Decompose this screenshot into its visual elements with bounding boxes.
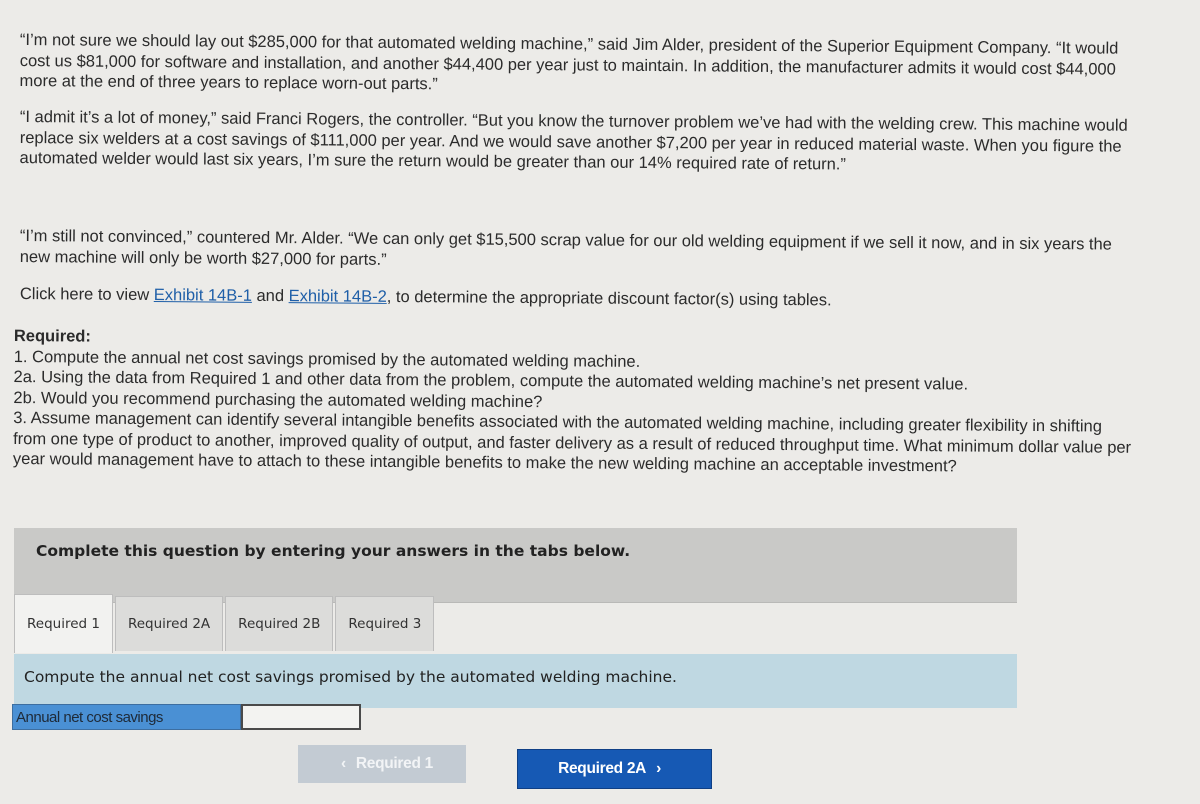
exhibit-14b-1-link[interactable]: Exhibit 14B-1 (154, 286, 252, 305)
paragraph-text: “I’m not sure we should lay out $285,000… (19, 30, 1119, 94)
tab-required-2b[interactable]: Required 2B (225, 596, 334, 651)
chevron-right-icon: › (656, 760, 661, 777)
prev-button-label: Required 1 (355, 755, 433, 772)
tab-bar: Required 1 Required 2A Required 2B Requi… (14, 594, 436, 654)
next-button-label: Required 2A (558, 760, 647, 777)
paragraph-text: “I admit it’s a lot of money,” said Fran… (19, 107, 1128, 174)
question-text: Compute the annual net cost savings prom… (24, 668, 677, 686)
problem-paragraph-2: “I admit it’s a lot of money,” said Fran… (20, 107, 1140, 177)
tab-required-3[interactable]: Required 3 (335, 596, 435, 651)
exhibit-middle: and (251, 286, 289, 306)
paragraph-text: “I’m still not convinced,” countered Mr.… (19, 226, 1112, 269)
chevron-left-icon: ‹ (341, 755, 346, 772)
exhibit-line: Click here to view Exhibit 14B-1 and Exh… (20, 284, 1140, 313)
exhibit-prefix: Click here to view (19, 284, 154, 305)
question-prompt: Compute the annual net cost savings prom… (14, 654, 1017, 708)
problem-paragraph-3: “I’m still not convinced,” countered Mr.… (20, 226, 1140, 276)
exhibit-suffix: , to determine the appropriate discount … (386, 287, 832, 310)
annual-net-cost-savings-input[interactable] (241, 704, 361, 730)
instructions-banner: Complete this question by entering your … (14, 528, 1017, 602)
previous-required-1-button[interactable]: ‹ Required 1 (298, 745, 466, 783)
problem-paragraph-1: “I’m not sure we should lay out $285,000… (20, 30, 1140, 100)
tab-required-2a[interactable]: Required 2A (114, 596, 224, 651)
next-required-2a-button[interactable]: Required 2A › (517, 749, 712, 789)
instructions-text: Complete this question by entering your … (36, 542, 631, 560)
answer-row: Annual net cost savings (12, 704, 361, 730)
exhibit-14b-2-link[interactable]: Exhibit 14B-2 (289, 287, 387, 306)
required-section: Required: 1. Compute the annual net cost… (13, 326, 1134, 478)
tab-required-1[interactable]: Required 1 (14, 594, 113, 653)
required-item-3: 3. Assume management can identify severa… (12, 408, 1132, 476)
annual-net-cost-savings-label: Annual net cost savings (12, 704, 241, 730)
